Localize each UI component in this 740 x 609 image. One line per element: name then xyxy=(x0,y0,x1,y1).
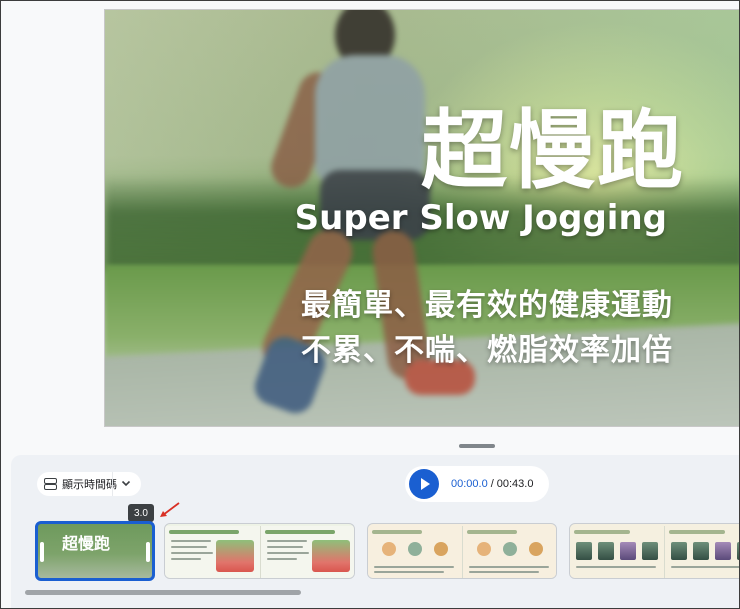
slide-preview[interactable]: 超慢跑 Super Slow Jogging 最簡單、最有效的健康運動 不累、不… xyxy=(104,9,739,427)
clip-2-frame-1 xyxy=(165,526,261,578)
playback-control: 00:00.0 / 00:43.0 xyxy=(405,466,549,502)
toggle-divider xyxy=(112,472,113,496)
timecode-toggle-label: 顯示時間碼 xyxy=(62,479,117,491)
filmstrip-scrollbar[interactable] xyxy=(25,590,301,595)
clip-2-frame-2 xyxy=(261,526,354,578)
clip-4[interactable] xyxy=(569,523,739,579)
clip-4-frame-1 xyxy=(570,526,665,578)
clip-trim-right-handle[interactable] xyxy=(146,542,150,562)
filmstrip: 超慢跑 xyxy=(1,521,739,583)
timecode-icon xyxy=(44,478,57,490)
red-arrow-icon xyxy=(160,502,180,517)
clip-1-title: 超慢跑 xyxy=(62,534,111,553)
chevron-down-icon[interactable] xyxy=(121,478,131,488)
slide-tagline-1: 最簡單、最有效的健康運動 xyxy=(301,288,673,323)
app-frame: 超慢跑 Super Slow Jogging 最簡單、最有效的健康運動 不累、不… xyxy=(0,0,740,609)
clip-duration-tooltip: 3.0 xyxy=(128,504,154,522)
clip-2[interactable] xyxy=(164,523,355,579)
slide-subtitle: Super Slow Jogging xyxy=(294,198,667,238)
clip-1[interactable]: 超慢跑 xyxy=(35,521,155,581)
canvas-area: 超慢跑 Super Slow Jogging 最簡單、最有效的健康運動 不累、不… xyxy=(1,1,739,446)
total-time: 00:43.0 xyxy=(496,478,534,490)
clip-4-frame-2 xyxy=(665,526,739,578)
current-time: 00:00.0 xyxy=(451,478,488,490)
timecode-toggle-button[interactable]: 顯示時間碼 xyxy=(37,472,141,496)
panel-resize-handle[interactable] xyxy=(459,444,495,448)
slide-tagline-2: 不累、不喘、燃脂效率加倍 xyxy=(301,333,673,368)
time-separator: / xyxy=(490,478,494,490)
clip-3-frame-1 xyxy=(368,526,463,578)
clip-3[interactable] xyxy=(367,523,557,579)
clip-3-frame-2 xyxy=(463,526,556,578)
slide-title: 超慢跑 xyxy=(421,100,685,201)
clip-trim-left-handle[interactable] xyxy=(40,542,44,562)
play-icon[interactable] xyxy=(409,469,439,499)
